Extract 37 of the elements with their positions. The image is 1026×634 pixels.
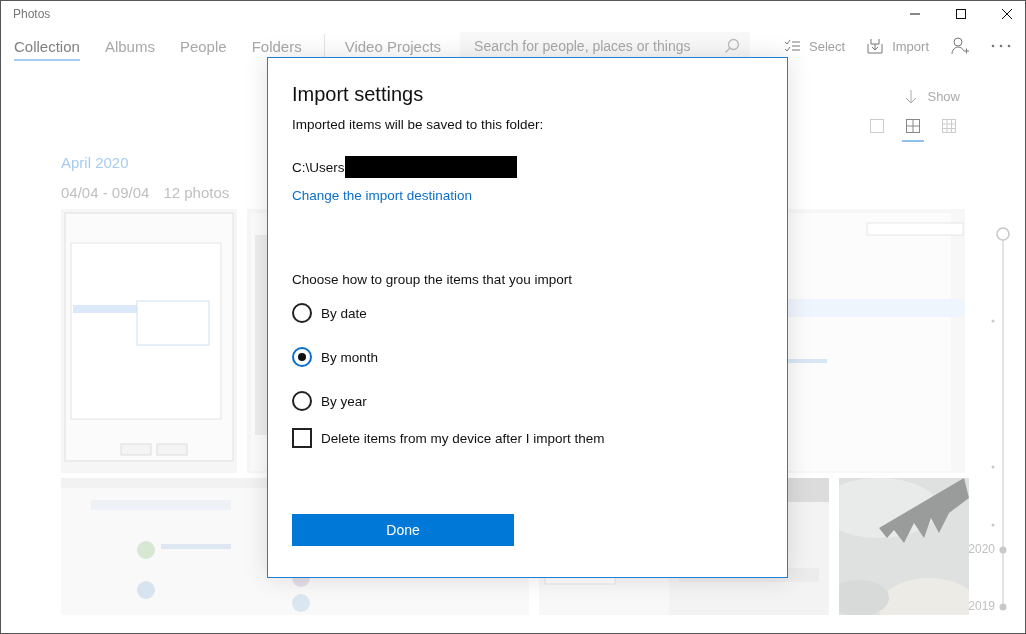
radio-icon[interactable] (292, 347, 312, 367)
medium-tile-view-button[interactable] (902, 118, 924, 142)
checkbox-option[interactable]: Delete items from my device after I import them (292, 428, 605, 448)
change-destination-link[interactable]: Change the import destination (292, 188, 473, 203)
import-button[interactable]: Import (867, 38, 929, 54)
nav-tab[interactable]: People (179, 31, 227, 61)
nav-tab[interactable]: Albums (104, 31, 155, 61)
add-person-icon[interactable] (951, 37, 969, 55)
nav-tab[interactable]: Collection (14, 31, 80, 61)
show-button[interactable]: Show (905, 89, 960, 104)
nav-tab[interactable]: Folders (251, 31, 302, 61)
select-button[interactable]: Select (784, 38, 846, 54)
search-field[interactable]: Search for people, places or things (460, 32, 751, 60)
down-arrow-icon (905, 89, 918, 104)
folder-path: C:\Users (292, 159, 345, 175)
checklist-icon (784, 39, 800, 53)
radio-option[interactable]: By year (292, 391, 367, 411)
checkbox[interactable] (292, 428, 312, 448)
photo-count: 12 photos (163, 184, 230, 201)
search-icon (724, 38, 741, 54)
dialog-title: Import settings (292, 83, 425, 106)
more-icon[interactable] (991, 44, 1011, 48)
timeline-year[interactable]: 2020 (968, 542, 995, 556)
radio-icon[interactable] (292, 391, 312, 411)
date-range: 04/04 - 09/04 (61, 184, 150, 201)
radio-icon[interactable] (292, 303, 312, 323)
window-title: Photos (13, 7, 51, 21)
nav-tab[interactable]: Video Projects (344, 31, 442, 61)
folder-label: Imported items will be saved to this folder: (292, 117, 545, 132)
import-icon (867, 38, 884, 54)
group-prompt: Choose how to group the items that you import (292, 272, 573, 287)
radio-option[interactable]: By month (292, 347, 379, 367)
radio-option[interactable]: By date (292, 303, 367, 323)
done-button[interactable]: Done (292, 514, 514, 546)
timeline-year[interactable]: 2019 (968, 599, 995, 613)
maximize-icon[interactable] (955, 8, 967, 20)
close-icon[interactable] (1001, 8, 1013, 20)
